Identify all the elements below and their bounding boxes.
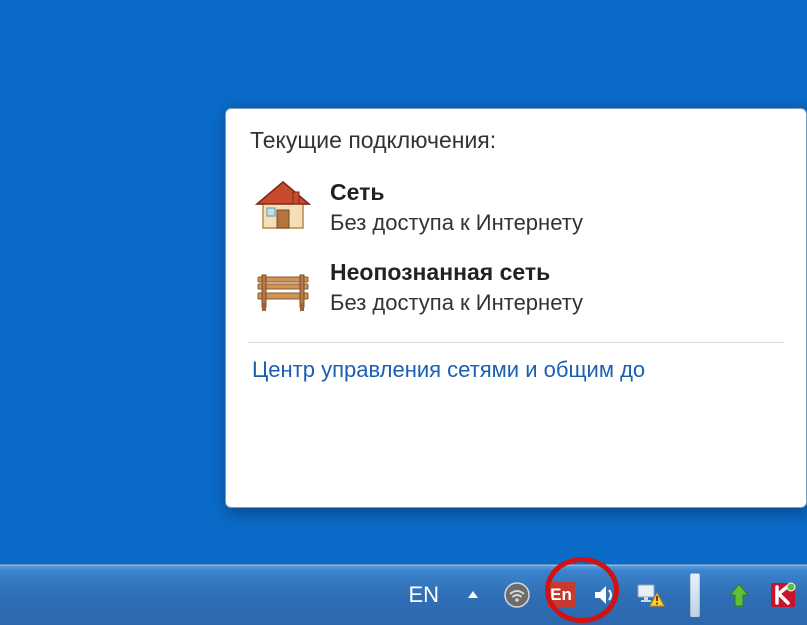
network-warning-icon: [635, 581, 665, 609]
volume-tray-icon[interactable]: [591, 565, 619, 625]
system-tray: EN En: [404, 565, 807, 625]
punto-en-box: En: [547, 582, 575, 608]
connection-name: Сеть: [330, 177, 583, 208]
kaspersky-tray-icon[interactable]: [769, 565, 797, 625]
wifi-disabled-icon: [503, 581, 531, 609]
network-flyout: Текущие подключения: Сеть Без доступа к …: [225, 108, 807, 508]
chevron-up-icon: [466, 588, 480, 602]
flyout-title: Текущие подключения:: [250, 127, 784, 154]
language-code-label: EN: [404, 582, 443, 608]
connection-status: Без доступа к Интернету: [330, 288, 583, 318]
show-hidden-icons-button[interactable]: [459, 565, 487, 625]
kaspersky-icon: [769, 581, 797, 609]
wifi-disabled-tray-icon[interactable]: [503, 565, 531, 625]
connection-text: Неопознанная сеть Без доступа к Интернет…: [330, 257, 583, 318]
update-tray-icon[interactable]: [725, 565, 753, 625]
house-icon: [252, 176, 314, 238]
clock-strip: [690, 573, 700, 617]
connection-item[interactable]: Сеть Без доступа к Интернету: [248, 168, 784, 248]
language-indicator[interactable]: EN: [404, 565, 443, 625]
taskbar: EN En: [0, 564, 807, 625]
network-tray-icon[interactable]: [635, 565, 665, 625]
update-arrow-icon: [726, 581, 752, 609]
connection-text: Сеть Без доступа к Интернету: [330, 177, 583, 238]
separator: [248, 342, 784, 343]
volume-icon: [591, 581, 619, 609]
bench-icon: [252, 256, 314, 318]
punto-switcher-tray-icon[interactable]: En: [547, 565, 575, 625]
clock-area[interactable]: [681, 565, 709, 625]
connections-list: Сеть Без доступа к Интернету Неопознанна…: [248, 168, 784, 328]
connection-item[interactable]: Неопознанная сеть Без доступа к Интернет…: [248, 248, 784, 328]
network-center-link[interactable]: Центр управления сетями и общим до: [248, 355, 784, 385]
connection-name: Неопознанная сеть: [330, 257, 583, 288]
connection-status: Без доступа к Интернету: [330, 208, 583, 238]
